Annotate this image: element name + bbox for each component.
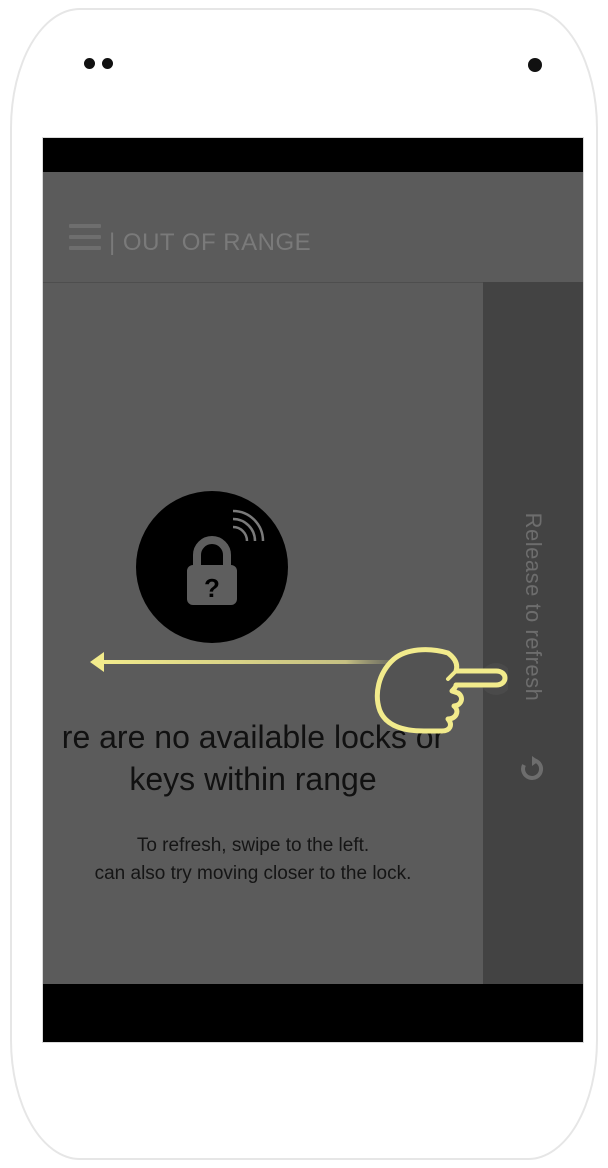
app-content: | OUT OF RANGE ? re are no available loc…	[43, 172, 583, 984]
app-bar: | OUT OF RANGE	[43, 172, 583, 283]
refresh-hint: To refresh, swipe to the left. can also …	[43, 832, 483, 888]
front-camera	[528, 58, 542, 72]
pointing-hand-icon	[374, 647, 508, 734]
device-screen: | OUT OF RANGE ? re are no available loc…	[42, 137, 584, 1043]
app-title: | OUT OF RANGE	[109, 229, 312, 256]
refresh-hint-line2: can also try moving closer to the lock.	[94, 863, 412, 884]
refresh-label: Release to refresh	[521, 512, 546, 702]
empty-state-message-line2: keys within range	[129, 761, 377, 797]
hamburger-menu-icon[interactable]	[69, 224, 101, 250]
refresh-icon	[521, 756, 544, 780]
lock-question-mark: ?	[204, 573, 220, 603]
lock-status-badge: ?	[136, 491, 288, 643]
lock-question-signal-icon: ?	[187, 509, 265, 605]
front-sensor-left	[84, 58, 95, 69]
refresh-hint-line1: To refresh, swipe to the left.	[136, 835, 370, 856]
front-sensor-right	[102, 58, 113, 69]
pull-to-refresh-panel[interactable]: Release to refresh	[483, 282, 583, 984]
